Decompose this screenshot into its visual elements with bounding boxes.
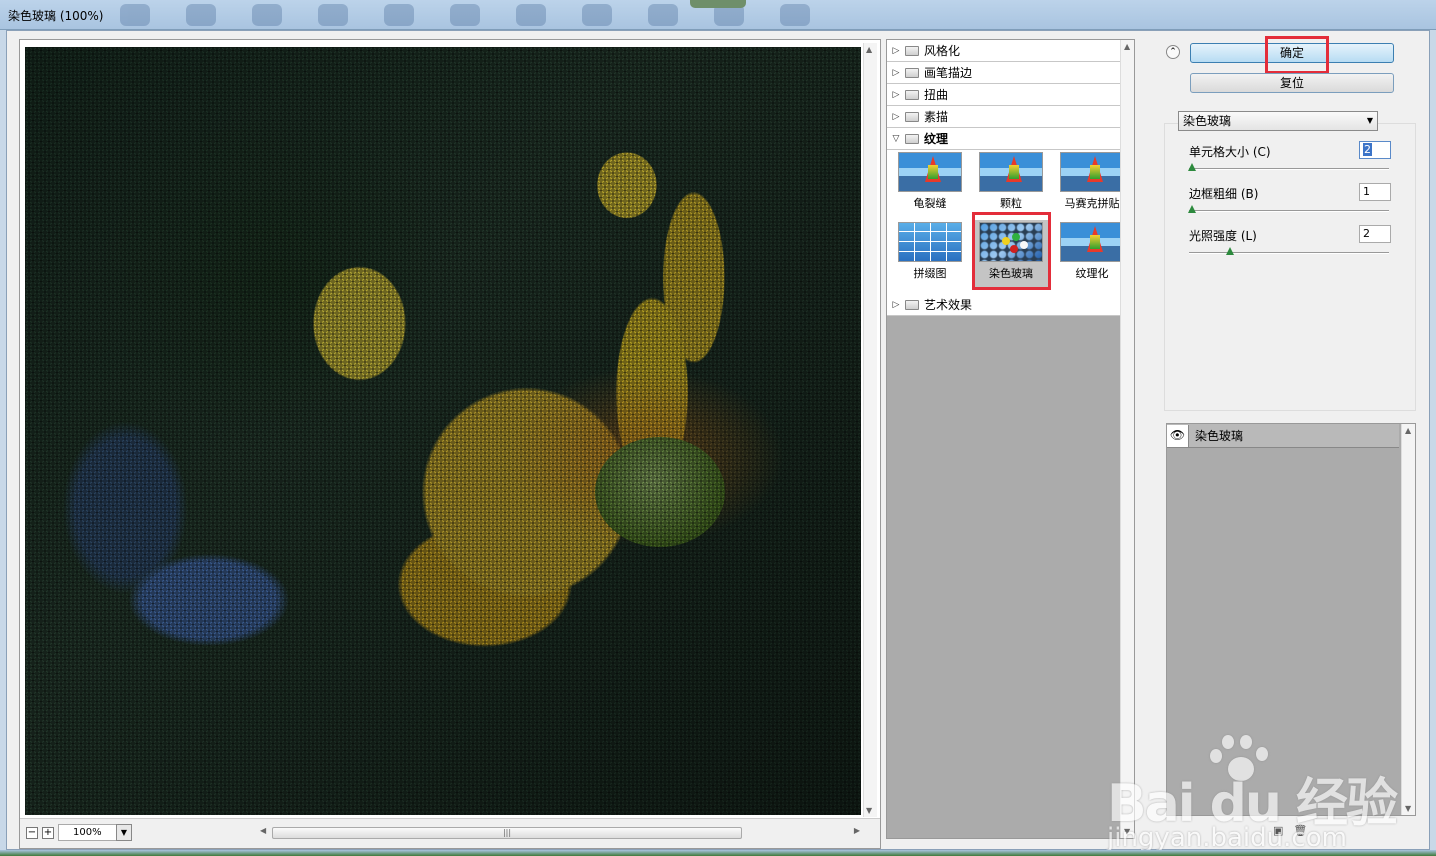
folder-icon bbox=[905, 299, 919, 310]
folder-open-icon bbox=[905, 133, 919, 144]
filter-gallery-dialog: ▲ ▼ − + 100% ▼ ◀ ||| ▶ ▷ 风格化 ▷ 画笔描边 ▷ 扭曲… bbox=[6, 30, 1430, 853]
param-slider-track[interactable] bbox=[1189, 168, 1389, 170]
preview-statusbar: − + 100% ▼ ◀ ||| ▶ bbox=[20, 818, 880, 848]
highlight-stained-glass bbox=[972, 212, 1051, 290]
effect-layer-row[interactable]: 👁 染色玻璃 bbox=[1167, 424, 1399, 448]
mosaic-tiles-thumbnail bbox=[1060, 152, 1124, 192]
param-slider-knob[interactable] bbox=[1188, 205, 1196, 213]
grain-thumbnail bbox=[979, 152, 1043, 192]
effect-layer-label: 染色玻璃 bbox=[1195, 429, 1244, 443]
window-grip[interactable] bbox=[690, 0, 746, 8]
expand-triangle-icon[interactable]: ▷ bbox=[887, 300, 905, 310]
category-texture[interactable]: ▽ 纹理 bbox=[887, 128, 1120, 150]
collapse-triangle-icon[interactable]: ▽ bbox=[887, 134, 905, 144]
param-light-intensity: 光照强度 (L) 2 bbox=[1189, 225, 1391, 265]
reset-button[interactable]: 复位 bbox=[1190, 73, 1394, 93]
folder-icon bbox=[905, 89, 919, 100]
expand-triangle-icon[interactable]: ▷ bbox=[887, 112, 905, 122]
filter-label: 拼缀图 bbox=[913, 267, 947, 280]
window-title: 染色玻璃 (100%) bbox=[8, 9, 104, 23]
gallery-empty-area bbox=[887, 316, 1134, 838]
param-value: 1 bbox=[1363, 185, 1370, 198]
category-label: 素描 bbox=[924, 110, 949, 124]
category-label: 艺术效果 bbox=[924, 298, 973, 312]
folder-icon bbox=[905, 67, 919, 78]
filter-gallery-list: ▷ 风格化 ▷ 画笔描边 ▷ 扭曲 ▷ 素描 ▽ 纹理 龟裂缝 颗粒 马赛克拼贴… bbox=[886, 39, 1135, 839]
param-label: 光照强度 (L) bbox=[1189, 229, 1257, 243]
preview-panel: ▲ ▼ − + 100% ▼ ◀ ||| ▶ bbox=[19, 39, 881, 849]
folder-icon bbox=[905, 45, 919, 56]
scroll-down-icon[interactable]: ▼ bbox=[866, 806, 872, 815]
preview-image[interactable] bbox=[25, 47, 861, 815]
filter-patchwork[interactable]: 拼缀图 bbox=[891, 220, 969, 290]
param-slider-knob[interactable] bbox=[1188, 163, 1196, 171]
param-slider-track[interactable] bbox=[1189, 210, 1389, 212]
stained-glass-overlay bbox=[25, 47, 861, 815]
param-label: 边框粗细 (B) bbox=[1189, 187, 1259, 201]
category-label: 画笔描边 bbox=[924, 66, 973, 80]
baidu-watermark: Bai du 经验 jingyan.baidu.com bbox=[1107, 731, 1407, 856]
category-distort[interactable]: ▷ 扭曲 bbox=[887, 84, 1120, 106]
watermark-url: jingyan.baidu.com bbox=[1107, 823, 1347, 853]
folder-icon bbox=[905, 111, 919, 122]
craquelure-thumbnail bbox=[898, 152, 962, 192]
filter-label: 龟裂缝 bbox=[913, 197, 947, 210]
collapse-gallery-icon[interactable]: ⌃ bbox=[1166, 45, 1180, 59]
scroll-thumb[interactable]: ||| bbox=[272, 827, 742, 839]
gallery-scrollbar[interactable]: ▲ ▼ bbox=[1120, 40, 1134, 838]
category-brush-strokes[interactable]: ▷ 画笔描边 bbox=[887, 62, 1120, 84]
texturizer-thumbnail bbox=[1060, 222, 1124, 262]
zoom-field[interactable]: 100% ▼ bbox=[58, 824, 132, 841]
chevron-down-icon[interactable]: ▼ bbox=[1367, 112, 1373, 130]
param-slider-knob[interactable] bbox=[1226, 247, 1234, 255]
filter-select-value: 染色玻璃 bbox=[1183, 114, 1232, 128]
filter-craquelure[interactable]: 龟裂缝 bbox=[891, 150, 969, 220]
scroll-up-icon[interactable]: ▲ bbox=[1405, 426, 1411, 435]
eye-icon[interactable]: 👁 bbox=[1167, 424, 1189, 447]
zoom-out-button[interactable]: − bbox=[26, 827, 38, 839]
category-artistic[interactable]: ▷ 艺术效果 bbox=[887, 294, 1120, 316]
param-value: 2 bbox=[1363, 143, 1372, 156]
scroll-up-icon[interactable]: ▲ bbox=[866, 45, 872, 54]
expand-triangle-icon[interactable]: ▷ bbox=[887, 46, 905, 56]
param-slider-track[interactable] bbox=[1189, 252, 1389, 254]
category-label: 扭曲 bbox=[924, 88, 949, 102]
preview-vertical-scrollbar[interactable]: ▲ ▼ bbox=[863, 43, 877, 817]
expand-triangle-icon[interactable]: ▷ bbox=[887, 90, 905, 100]
param-value: 2 bbox=[1363, 227, 1370, 240]
zoom-dropdown-icon[interactable]: ▼ bbox=[116, 824, 132, 841]
scroll-right-icon[interactable]: ▶ bbox=[854, 826, 860, 835]
param-input[interactable]: 1 bbox=[1359, 183, 1391, 201]
param-cell-size: 单元格大小 (C) 2 bbox=[1188, 141, 1391, 181]
category-sketch[interactable]: ▷ 素描 bbox=[887, 106, 1120, 128]
scroll-up-icon[interactable]: ▲ bbox=[1124, 42, 1130, 51]
preview-horizontal-scrollbar[interactable]: ◀ ||| ▶ bbox=[260, 826, 860, 840]
filter-label: 颗粒 bbox=[1000, 197, 1022, 210]
window-bottom-frame bbox=[0, 850, 1436, 856]
param-input[interactable]: 2 bbox=[1359, 225, 1391, 243]
patchwork-thumbnail bbox=[898, 222, 962, 262]
expand-triangle-icon[interactable]: ▷ bbox=[887, 68, 905, 78]
param-input[interactable]: 2 bbox=[1359, 141, 1391, 159]
zoom-value: 100% bbox=[73, 827, 102, 838]
filter-grain[interactable]: 颗粒 bbox=[972, 150, 1050, 220]
param-border-thickness: 边框粗细 (B) 1 bbox=[1188, 183, 1391, 223]
category-label: 风格化 bbox=[924, 44, 961, 58]
category-stylize[interactable]: ▷ 风格化 bbox=[887, 40, 1120, 62]
filter-select[interactable]: 染色玻璃 ▼ bbox=[1178, 111, 1378, 131]
zoom-in-button[interactable]: + bbox=[42, 827, 54, 839]
scroll-left-icon[interactable]: ◀ bbox=[260, 826, 266, 835]
category-label: 纹理 bbox=[924, 132, 949, 146]
highlight-ok-button bbox=[1265, 36, 1329, 74]
param-label: 单元格大小 (C) bbox=[1189, 145, 1271, 159]
